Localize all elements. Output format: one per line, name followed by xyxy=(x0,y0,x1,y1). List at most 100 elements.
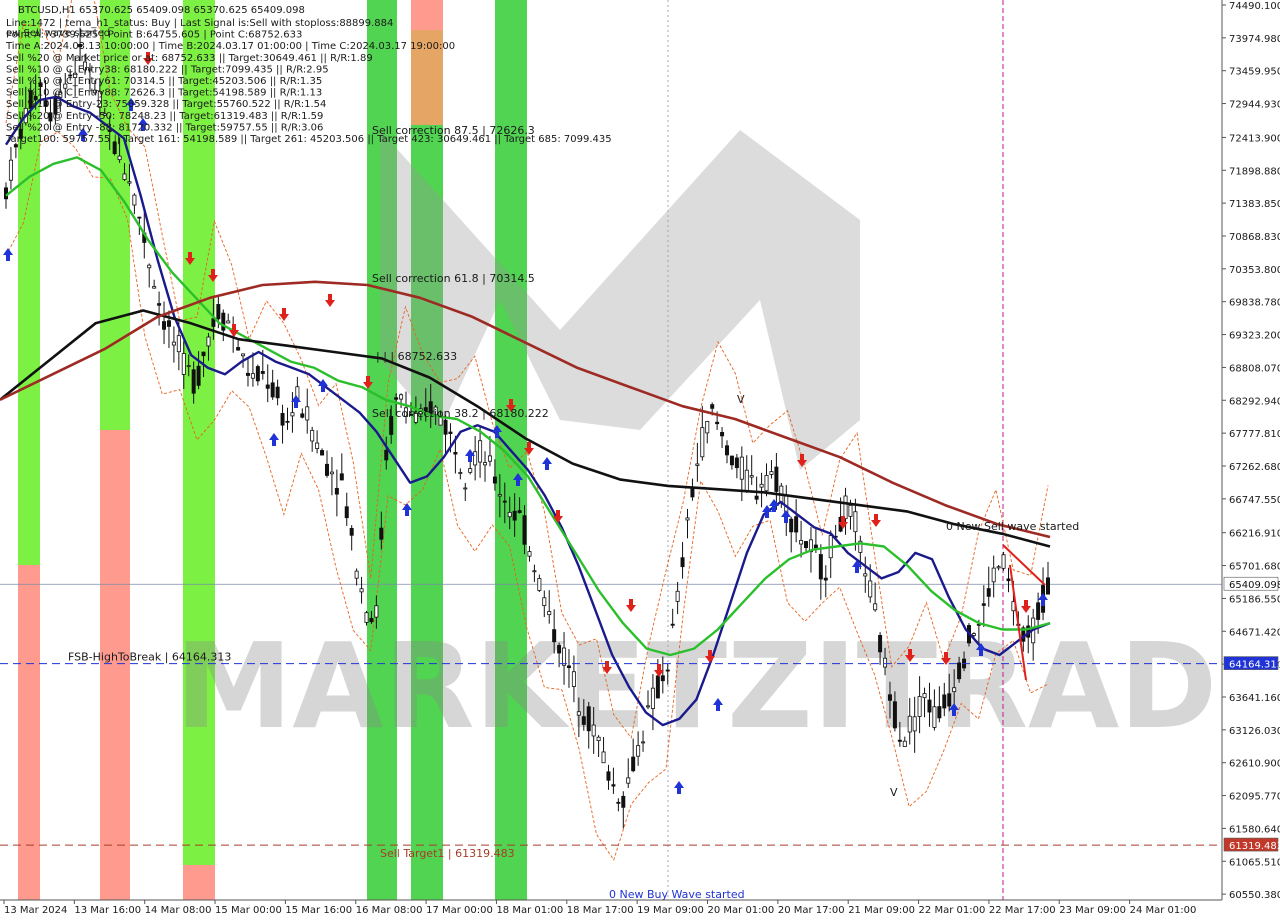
candle-body xyxy=(917,696,922,717)
candle-body xyxy=(986,588,991,597)
candle-body xyxy=(705,421,710,434)
info-line: Time A:2024.03.13 10:00:00 | Time B:2024… xyxy=(5,41,455,52)
y-tick-label: 60550.380 xyxy=(1229,890,1280,901)
candle-body xyxy=(907,715,912,733)
candle-body xyxy=(537,578,542,591)
x-tick-label: 22 Mar 17:00 xyxy=(989,905,1056,916)
buy-arrow-icon xyxy=(402,503,412,516)
y-tick-label: 62095.770 xyxy=(1229,792,1280,803)
candle-body xyxy=(922,693,927,699)
candle-body xyxy=(942,694,947,709)
signal-zone xyxy=(411,0,443,30)
candle-body xyxy=(863,573,868,577)
candle-body xyxy=(566,665,571,669)
candle-body xyxy=(616,801,621,804)
candle-body xyxy=(680,557,685,568)
candle-body xyxy=(300,413,305,418)
candle-body xyxy=(512,510,517,521)
y-tick-label: 69323.200 xyxy=(1229,331,1280,342)
info-line: Sell %10 @ Entry-23: 75859.328 || Target… xyxy=(6,99,326,110)
candle-body xyxy=(878,635,883,653)
sell-target-label: Sell Target1 | 61319.483 xyxy=(380,847,515,860)
candle-body xyxy=(897,739,902,742)
candle-body xyxy=(468,468,473,473)
signal-zone xyxy=(100,430,130,900)
candle-body xyxy=(522,515,527,545)
candle-body xyxy=(354,570,359,579)
x-tick-label: 15 Mar 16:00 xyxy=(285,905,352,916)
y-tick-label: 68292.940 xyxy=(1229,396,1280,407)
y-tick-label: 61065.510 xyxy=(1229,857,1280,868)
candle-body xyxy=(250,373,255,379)
price-tag-label: 65409.098 xyxy=(1229,580,1280,591)
candle-body xyxy=(236,347,241,351)
candle-body xyxy=(384,449,389,461)
signal-zone xyxy=(18,565,40,900)
candle-body xyxy=(981,603,986,606)
info-line: Sell %20 @ Entry -50: 78248.23 || Target… xyxy=(6,111,323,122)
candle-body xyxy=(162,321,167,330)
candle-body xyxy=(186,365,191,368)
candle-body xyxy=(241,353,246,357)
candle-body xyxy=(660,675,665,682)
x-tick-label: 22 Mar 01:00 xyxy=(919,905,986,916)
candle-body xyxy=(581,716,586,725)
info-line: Sell %10 @ C_Entry61: 70314.5 || Target:… xyxy=(6,76,322,87)
candle-body xyxy=(799,540,804,545)
candle-body xyxy=(1006,578,1011,582)
candle-body xyxy=(157,303,162,306)
candle-body xyxy=(344,506,349,519)
y-tick-label: 65186.550 xyxy=(1229,594,1280,605)
candle-body xyxy=(527,551,532,557)
y-tick-label: 64671.420 xyxy=(1229,627,1280,638)
candle-body xyxy=(532,570,537,573)
candle-body xyxy=(932,706,937,728)
candle-body xyxy=(369,617,374,623)
candle-body xyxy=(804,541,809,549)
candle-body xyxy=(650,687,655,709)
candle-body xyxy=(557,645,562,654)
x-tick-label: 14 Mar 08:00 xyxy=(145,905,212,916)
candle-body xyxy=(749,475,754,478)
candle-body xyxy=(285,420,290,423)
candle-body xyxy=(216,304,221,320)
candle-body xyxy=(621,795,626,808)
candle-body xyxy=(576,711,581,716)
candle-body xyxy=(339,473,344,481)
candle-body xyxy=(774,466,779,492)
candle-body xyxy=(275,386,280,399)
candle-body xyxy=(947,693,952,707)
y-tick-label: 67262.680 xyxy=(1229,462,1280,473)
candle-body xyxy=(957,662,962,680)
candle-body xyxy=(117,155,122,161)
watermark-text: MARKETZITRADE xyxy=(175,617,1280,755)
x-tick-label: 15 Mar 00:00 xyxy=(215,905,282,916)
candle-body xyxy=(794,516,799,533)
candle-body xyxy=(601,751,606,764)
candle-body xyxy=(892,701,897,729)
candle-body xyxy=(270,382,275,398)
candle-body xyxy=(226,320,231,324)
candle-body xyxy=(310,429,315,442)
candle-body xyxy=(695,463,700,466)
y-tick-label: 62610.900 xyxy=(1229,759,1280,770)
candle-body xyxy=(789,518,794,533)
candle-body xyxy=(868,580,873,598)
x-tick-label: 18 Mar 17:00 xyxy=(567,905,634,916)
candle-body xyxy=(631,756,636,772)
x-tick-label: 16 Mar 08:00 xyxy=(356,905,423,916)
candle-body xyxy=(769,471,774,475)
candle-body xyxy=(364,612,369,623)
candle-body xyxy=(655,675,660,699)
candle-body xyxy=(458,472,463,474)
candle-body xyxy=(823,577,828,581)
chart-root: MARKETZITRADE FSB-HighToBreak | 64164.31… xyxy=(0,0,1280,920)
sell-arrow-icon xyxy=(325,294,335,307)
candle-body xyxy=(329,471,334,475)
candle-body xyxy=(611,784,616,787)
candle-body xyxy=(191,369,196,394)
candle-body xyxy=(206,336,211,347)
candle-body xyxy=(152,286,157,289)
candle-body xyxy=(883,657,888,668)
y-tick-label: 65701.680 xyxy=(1229,562,1280,573)
